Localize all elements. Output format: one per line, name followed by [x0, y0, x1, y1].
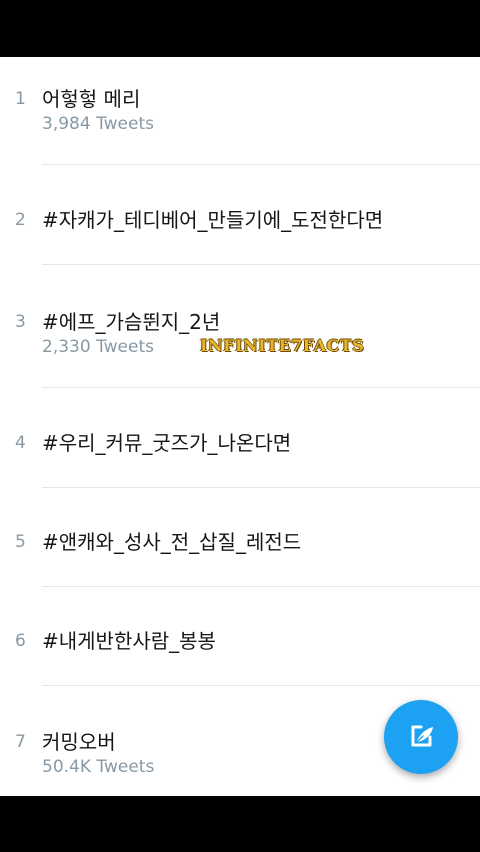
trend-rank: 4 — [15, 433, 26, 453]
trend-tweet-count: 3,984 Tweets — [42, 114, 154, 134]
divider — [42, 387, 480, 388]
trend-name: #내게반한사람_봉봉 — [42, 629, 216, 653]
trend-rank: 7 — [15, 732, 26, 752]
trend-rank: 3 — [15, 312, 26, 332]
trend-rank: 5 — [15, 532, 26, 552]
bottom-black-bar — [0, 796, 480, 852]
top-black-bar — [0, 0, 480, 57]
trend-name: #우리_커뮤_굿즈가_나온다면 — [42, 431, 292, 455]
compose-tweet-icon — [411, 725, 433, 747]
trend-rank: 2 — [15, 210, 26, 230]
trend-name: #자캐가_테디베어_만들기에_도전한다면 — [42, 208, 384, 232]
trends-list: 1 어헣헣 메리 3,984 Tweets 2 #자캐가_테디베어_만들기에_도… — [0, 57, 480, 796]
divider — [42, 685, 480, 686]
trend-tweet-count: 2,330 Tweets — [42, 337, 154, 357]
divider — [42, 164, 480, 165]
trend-rank: 6 — [15, 631, 26, 651]
trend-name: #에프_가슴뛴지_2년 — [42, 310, 221, 334]
trend-name: 커밍오버 — [42, 730, 116, 754]
divider — [42, 586, 480, 587]
divider — [42, 487, 480, 488]
trend-tweet-count: 50.4K Tweets — [42, 757, 155, 777]
divider — [42, 264, 480, 265]
watermark-logo: INFINITE7FACTS — [200, 336, 365, 355]
trend-name: #앤캐와_성사_전_삽질_레전드 — [42, 530, 302, 554]
trend-name: 어헣헣 메리 — [42, 87, 141, 111]
trend-rank: 1 — [15, 89, 26, 109]
compose-tweet-button[interactable] — [384, 700, 458, 774]
